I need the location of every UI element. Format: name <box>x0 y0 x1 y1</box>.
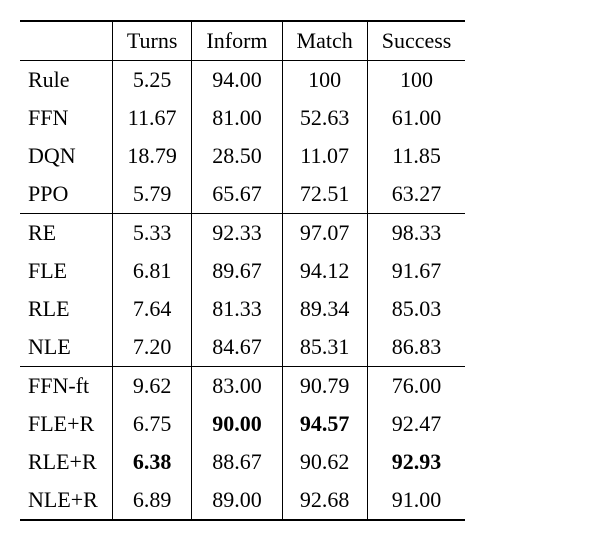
cell-success: 11.85 <box>367 137 465 175</box>
col-header-success: Success <box>367 21 465 61</box>
cell-success: 76.00 <box>367 367 465 406</box>
cell-turns: 5.33 <box>112 214 192 253</box>
cell-match: 97.07 <box>282 214 367 253</box>
cell-turns: 6.38 <box>112 443 192 481</box>
cell-success: 91.00 <box>367 481 465 520</box>
cell-turns: 6.81 <box>112 252 192 290</box>
row-label: FFN <box>20 99 112 137</box>
cell-success: 98.33 <box>367 214 465 253</box>
cell-success: 100 <box>367 61 465 100</box>
row-label: PPO <box>20 175 112 214</box>
row-label: FFN-ft <box>20 367 112 406</box>
cell-success: 61.00 <box>367 99 465 137</box>
cell-inform: 89.67 <box>192 252 282 290</box>
cell-success: 92.93 <box>367 443 465 481</box>
cell-inform: 88.67 <box>192 443 282 481</box>
cell-match: 90.79 <box>282 367 367 406</box>
cell-inform: 81.33 <box>192 290 282 328</box>
row-label: RLE <box>20 290 112 328</box>
col-header-empty <box>20 21 112 61</box>
col-header-turns: Turns <box>112 21 192 61</box>
col-header-inform: Inform <box>192 21 282 61</box>
cell-match: 89.34 <box>282 290 367 328</box>
cell-success: 91.67 <box>367 252 465 290</box>
cell-inform: 65.67 <box>192 175 282 214</box>
cell-turns: 18.79 <box>112 137 192 175</box>
cell-inform: 89.00 <box>192 481 282 520</box>
cell-inform: 94.00 <box>192 61 282 100</box>
cell-inform: 84.67 <box>192 328 282 367</box>
cell-turns: 5.25 <box>112 61 192 100</box>
cell-match: 90.62 <box>282 443 367 481</box>
row-label: NLE <box>20 328 112 367</box>
col-header-match: Match <box>282 21 367 61</box>
cell-match: 72.51 <box>282 175 367 214</box>
row-label: FLE+R <box>20 405 112 443</box>
cell-match: 11.07 <box>282 137 367 175</box>
cell-turns: 9.62 <box>112 367 192 406</box>
row-label: Rule <box>20 61 112 100</box>
cell-inform: 28.50 <box>192 137 282 175</box>
cell-turns: 11.67 <box>112 99 192 137</box>
cell-inform: 92.33 <box>192 214 282 253</box>
cell-inform: 83.00 <box>192 367 282 406</box>
cell-inform: 90.00 <box>192 405 282 443</box>
row-label: RE <box>20 214 112 253</box>
row-label: RLE+R <box>20 443 112 481</box>
cell-match: 92.68 <box>282 481 367 520</box>
cell-turns: 6.75 <box>112 405 192 443</box>
cell-turns: 7.64 <box>112 290 192 328</box>
cell-success: 92.47 <box>367 405 465 443</box>
cell-turns: 6.89 <box>112 481 192 520</box>
results-table: Turns Inform Match Success Rule5.2594.00… <box>20 20 465 521</box>
cell-turns: 5.79 <box>112 175 192 214</box>
row-label: FLE <box>20 252 112 290</box>
cell-success: 85.03 <box>367 290 465 328</box>
cell-match: 94.12 <box>282 252 367 290</box>
row-label: NLE+R <box>20 481 112 520</box>
cell-match: 94.57 <box>282 405 367 443</box>
cell-success: 63.27 <box>367 175 465 214</box>
cell-match: 100 <box>282 61 367 100</box>
cell-turns: 7.20 <box>112 328 192 367</box>
cell-success: 86.83 <box>367 328 465 367</box>
row-label: DQN <box>20 137 112 175</box>
cell-inform: 81.00 <box>192 99 282 137</box>
cell-match: 52.63 <box>282 99 367 137</box>
cell-match: 85.31 <box>282 328 367 367</box>
